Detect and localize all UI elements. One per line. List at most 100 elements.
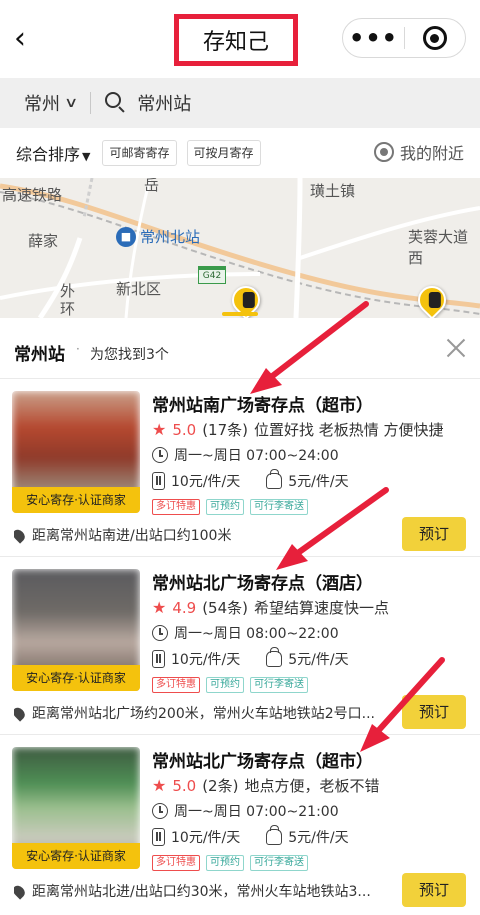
- nearby-button[interactable]: 我的附近: [373, 140, 464, 164]
- location-pin-icon: [14, 882, 28, 900]
- luggage-icon: [152, 472, 165, 490]
- rating-row: ★ 4.9 (54条) 希望结算速度快一点: [152, 597, 389, 618]
- rating-row: ★ 5.0 (2条) 地点方便，老板不错: [152, 775, 379, 796]
- storage-pin-marker[interactable]: [412, 280, 452, 318]
- target-close-icon[interactable]: [405, 26, 465, 50]
- map-station-marker[interactable]: ■ 常州北站: [116, 226, 200, 247]
- book-button[interactable]: 预订: [402, 695, 466, 729]
- hours-row: 周一~周日 08:00~22:00: [152, 623, 339, 643]
- filter-chip-monthly[interactable]: 可按月寄存: [186, 140, 261, 166]
- city-label: 常州: [24, 94, 60, 115]
- sort-dropdown[interactable]: 综合排序 ▼: [16, 141, 90, 165]
- backpack-icon: [266, 825, 283, 845]
- price-bag: 5元/件/天: [288, 474, 349, 490]
- store-card[interactable]: 安心寄存·认证商家 常州站北广场寄存点（酒店） ★ 4.9 (54条) 希望结算…: [0, 556, 480, 734]
- chevron-left-icon[interactable]: ‹: [14, 22, 38, 56]
- search-bar: 常州 ∨: [0, 78, 480, 128]
- tag-reservable: 可预约: [206, 499, 244, 515]
- more-dots-icon[interactable]: •••: [343, 18, 404, 58]
- results-separator: ·: [76, 342, 80, 356]
- tag-reservable: 可预约: [206, 677, 244, 693]
- tag-reservable: 可预约: [206, 855, 244, 871]
- results-count: 为您找到3个: [90, 347, 169, 363]
- tag-delivery: 可行李寄送: [250, 499, 308, 515]
- tag-list: 多订特惠 可预约 可行李寄送: [152, 677, 314, 693]
- book-button[interactable]: 预订: [402, 873, 466, 907]
- location-target-icon: [373, 142, 394, 162]
- nearby-label: 我的附近: [399, 144, 464, 163]
- store-photo[interactable]: 安心寄存·认证商家: [12, 569, 140, 691]
- hours-row: 周一~周日 07:00~21:00: [152, 801, 339, 821]
- tag-discount: 多订特惠: [152, 677, 200, 693]
- review-comment: 位置好找 老板热情 方便快捷: [254, 421, 444, 439]
- address-row: 距离常州站北进/出站口约30米，常州火车站地铁站3...: [14, 881, 394, 901]
- map-label-highway: G42: [198, 266, 226, 284]
- verified-badge: 安心寄存·认证商家: [12, 665, 140, 691]
- filter-bar: 综合排序 ▼ 可邮寄寄存 可按月寄存 我的附近: [0, 128, 480, 178]
- store-name[interactable]: 常州站北广场寄存点（酒店）: [152, 569, 373, 594]
- search-divider: [90, 92, 92, 114]
- map-label-railway: 高速铁路: [2, 186, 63, 204]
- review-count: (17条): [202, 421, 248, 439]
- book-button[interactable]: 预订: [402, 517, 466, 551]
- mini-program-capsule: •••: [342, 18, 466, 58]
- price-bag: 5元/件/天: [288, 830, 349, 846]
- verified-badge: 安心寄存·认证商家: [12, 487, 140, 513]
- map-view[interactable]: 高速铁路 岳 璜土镇 芙蓉大道西 薛家 ■ 常州北站 G42 新北区 外环: [0, 178, 480, 318]
- price-bag: 5元/件/天: [288, 652, 349, 668]
- store-photo[interactable]: 安心寄存·认证商家: [12, 391, 140, 513]
- selected-indicator: [222, 312, 258, 316]
- address-row: 距离常州站南进/出站口约100米: [14, 525, 394, 545]
- results-header: 常州站 · 为您找到3个: [0, 318, 480, 378]
- luggage-icon: [152, 650, 165, 668]
- tag-delivery: 可行李寄送: [250, 855, 308, 871]
- review-count: (54条): [202, 599, 248, 617]
- verified-badge: 安心寄存·认证商家: [12, 843, 140, 869]
- search-input[interactable]: [137, 92, 418, 114]
- map-label-district: 新北区: [116, 280, 162, 298]
- city-selector[interactable]: 常州 ∨: [24, 90, 78, 116]
- star-icon: ★: [152, 598, 167, 617]
- tag-discount: 多订特惠: [152, 855, 200, 871]
- store-name[interactable]: 常州站南广场寄存点（超市）: [152, 391, 373, 416]
- tag-list: 多订特惠 可预约 可行李寄送: [152, 499, 314, 515]
- store-photo[interactable]: 安心寄存·认证商家: [12, 747, 140, 869]
- sort-label: 综合排序: [16, 145, 81, 164]
- rating-row: ★ 5.0 (17条) 位置好找 老板热情 方便快捷: [152, 419, 444, 440]
- tag-list: 多订特惠 可预约 可行李寄送: [152, 855, 314, 871]
- store-card[interactable]: 安心寄存·认证商家 常州站南广场寄存点（超市） ★ 5.0 (17条) 位置好找…: [0, 378, 480, 556]
- map-label-station: 常州北站: [140, 228, 201, 246]
- opening-hours: 周一~周日 07:00~21:00: [174, 804, 339, 820]
- search-icon: [105, 92, 127, 114]
- hours-row: 周一~周日 07:00~24:00: [152, 445, 339, 465]
- luggage-icon: [152, 828, 165, 846]
- close-icon[interactable]: [446, 338, 466, 358]
- price-row: 10元/件/天 5元/件/天: [152, 825, 349, 847]
- rating-score: 5.0: [172, 776, 197, 795]
- review-count: (2条): [202, 777, 239, 795]
- caret-down-icon: ▼: [82, 150, 91, 163]
- map-label-ring: 外环: [60, 282, 76, 318]
- star-icon: ★: [152, 776, 167, 795]
- train-station-icon: ■: [116, 226, 136, 247]
- price-luggage: 10元/件/天: [171, 652, 241, 668]
- location-pin-icon: [14, 704, 28, 722]
- backpack-icon: [266, 647, 283, 667]
- store-name[interactable]: 常州站北广场寄存点（超市）: [152, 747, 373, 772]
- page-title: 存知己: [202, 30, 269, 55]
- price-luggage: 10元/件/天: [171, 830, 241, 846]
- store-card[interactable]: 安心寄存·认证商家 常州站北广场寄存点（超市） ★ 5.0 (2条) 地点方便，…: [0, 734, 480, 912]
- backpack-icon: [266, 469, 283, 489]
- address-text: 距离常州站北广场约200米，常州火车站地铁站2号口...: [32, 706, 375, 722]
- clock-icon: [152, 447, 168, 463]
- map-label-village: 薛家: [28, 232, 59, 250]
- map-label-town: 璜土镇: [310, 182, 356, 200]
- review-comment: 希望结算速度快一点: [254, 599, 390, 617]
- address-row: 距离常州站北广场约200米，常州火车站地铁站2号口...: [14, 703, 394, 723]
- address-text: 距离常州站南进/出站口约100米: [32, 528, 232, 544]
- page-title-box: 存知己: [174, 14, 298, 66]
- location-pin-icon: [14, 526, 28, 544]
- filter-chip-mail[interactable]: 可邮寄寄存: [102, 140, 177, 166]
- tag-delivery: 可行李寄送: [250, 677, 308, 693]
- clock-icon: [152, 625, 168, 641]
